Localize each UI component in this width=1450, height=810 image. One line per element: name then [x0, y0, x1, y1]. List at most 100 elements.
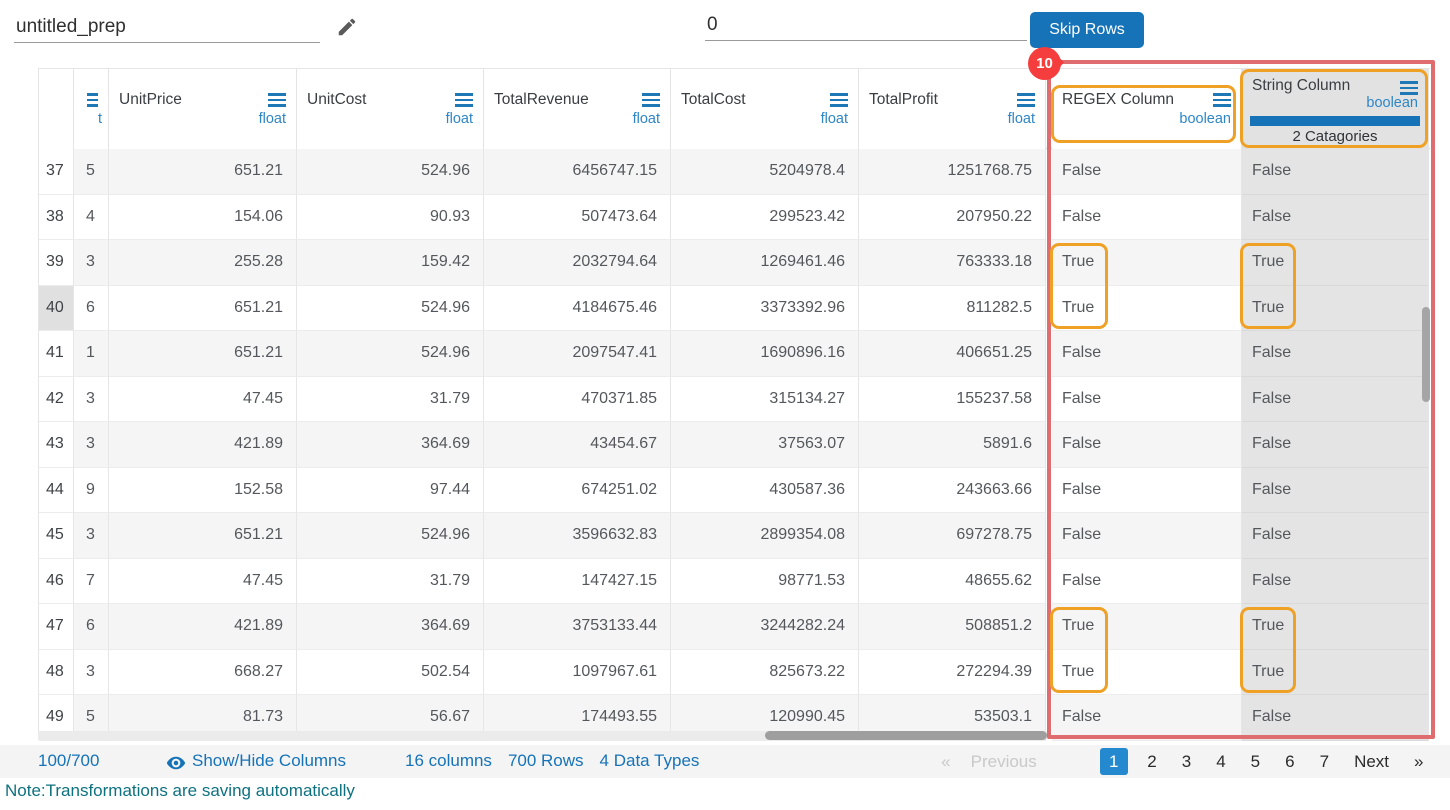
cell-unit_price: 152.58 — [109, 468, 297, 514]
table-header-row: tUnitPricefloatUnitCostfloatTotalRevenue… — [39, 69, 1430, 149]
cell-hidden: 1 — [74, 331, 109, 377]
table-stats: 16 columns700 Rows4 Data Types — [405, 751, 715, 771]
cell-unit_price: 255.28 — [109, 240, 297, 286]
column-menu-icon[interactable] — [642, 93, 660, 96]
previous-button[interactable]: Previous — [961, 752, 1047, 772]
page-button-6[interactable]: 6 — [1273, 752, 1307, 772]
table-row-45: 453651.21524.963596632.832899354.0869727… — [39, 513, 1430, 559]
cell-total_revenue: 470371.85 — [484, 377, 671, 423]
cell-hidden: 6 — [74, 604, 109, 650]
cell-hidden: 4 — [74, 195, 109, 241]
column-header-num — [39, 69, 74, 149]
cell-hidden: 3 — [74, 650, 109, 696]
cell-num: 41 — [39, 331, 74, 377]
cell-total_profit: 508851.2 — [859, 604, 1046, 650]
cell-unit_cost: 364.69 — [297, 604, 484, 650]
column-type-label: float — [259, 111, 286, 127]
column-type-label: boolean — [1179, 111, 1231, 127]
cell-unit_cost: 502.54 — [297, 650, 484, 696]
vertical-scrollbar-thumb[interactable] — [1422, 307, 1430, 402]
page-button-5[interactable]: 5 — [1238, 752, 1272, 772]
next-arrow[interactable]: » — [1402, 752, 1436, 772]
pagination: «Previous 1234567Next» — [931, 748, 1436, 775]
table-row-48: 483668.27502.541097967.61825673.22272294… — [39, 650, 1430, 696]
cell-total_profit: 243663.66 — [859, 468, 1046, 514]
column-menu-icon[interactable] — [455, 93, 473, 96]
column-menu-icon[interactable] — [1017, 93, 1035, 96]
cell-total_profit: 48655.62 — [859, 559, 1046, 605]
column-header-total_profit[interactable]: TotalProfitfloat — [859, 69, 1046, 149]
column-type-label: boolean — [1366, 95, 1418, 111]
cell-string: False — [1242, 513, 1429, 559]
prev-arrow[interactable]: « — [931, 752, 960, 772]
next-button[interactable]: Next — [1342, 752, 1402, 772]
cell-string: False — [1242, 149, 1429, 195]
column-header-unit_price[interactable]: UnitPrice float — [109, 69, 297, 149]
row-counter: 100/700 — [38, 751, 99, 771]
table-row-42: 42347.4531.79470371.85315134.27155237.58… — [39, 377, 1430, 423]
cell-num: 37 — [39, 149, 74, 195]
cell-total_revenue: 3753133.44 — [484, 604, 671, 650]
cell-string: False — [1242, 331, 1429, 377]
cell-num: 42 — [39, 377, 74, 423]
autosave-note: Note:Transformations are saving automati… — [5, 781, 355, 801]
cell-regex: False — [1052, 149, 1242, 195]
cell-regex: False — [1052, 559, 1242, 605]
column-header-regex[interactable]: REGEX Columnboolean — [1052, 69, 1242, 149]
category-distribution-bar — [1250, 116, 1420, 126]
column-menu-icon[interactable] — [1213, 93, 1231, 96]
column-header-hidden[interactable]: t — [74, 69, 109, 149]
column-menu-icon[interactable] — [830, 93, 848, 96]
column-name: UnitCost — [307, 91, 366, 109]
cell-total_profit: 1251768.75 — [859, 149, 1046, 195]
column-name: TotalProfit — [869, 91, 938, 109]
page-button-7[interactable]: 7 — [1307, 752, 1341, 772]
cell-num: 44 — [39, 468, 74, 514]
edit-pencil-icon[interactable] — [336, 16, 358, 43]
page-button-2[interactable]: 2 — [1135, 752, 1169, 772]
cell-total_revenue: 1097967.61 — [484, 650, 671, 696]
cell-unit_cost: 31.79 — [297, 559, 484, 605]
cell-total_profit: 207950.22 — [859, 195, 1046, 241]
cell-unit_cost: 524.96 — [297, 331, 484, 377]
horizontal-scrollbar-thumb[interactable] — [765, 731, 1047, 740]
column-header-total_cost[interactable]: TotalCostfloat — [671, 69, 859, 149]
category-count-label: 2 Catagories — [1242, 128, 1428, 145]
column-name: UnitPrice — [119, 91, 182, 109]
cell-hidden: 6 — [74, 286, 109, 332]
column-header-unit_cost[interactable]: UnitCostfloat — [297, 69, 484, 149]
cell-string: True — [1242, 240, 1429, 286]
prep-name-input[interactable] — [14, 12, 320, 43]
cell-regex: False — [1052, 377, 1242, 423]
column-header-total_revenue[interactable]: TotalRevenuefloat — [484, 69, 671, 149]
column-header-string[interactable]: String Columnboolean2 Catagories — [1242, 69, 1429, 149]
page-button-4[interactable]: 4 — [1204, 752, 1238, 772]
cell-total_cost: 5204978.4 — [671, 149, 859, 195]
cell-unit_cost: 90.93 — [297, 195, 484, 241]
skip-rows-button[interactable]: Skip Rows — [1030, 12, 1144, 48]
show-hide-columns-button[interactable]: Show/Hide Columns — [192, 751, 346, 771]
column-menu-icon[interactable] — [268, 93, 286, 96]
column-type-label: float — [821, 111, 848, 127]
table-row-41: 411651.21524.962097547.411690896.1640665… — [39, 331, 1430, 377]
skip-rows-input[interactable] — [705, 10, 1027, 41]
cell-total_revenue: 147427.15 — [484, 559, 671, 605]
cell-unit_cost: 524.96 — [297, 286, 484, 332]
column-menu-icon[interactable] — [87, 93, 98, 96]
page-button-3[interactable]: 3 — [1169, 752, 1203, 772]
cell-unit_price: 668.27 — [109, 650, 297, 696]
cell-total_revenue: 6456747.15 — [484, 149, 671, 195]
cell-hidden: 3 — [74, 240, 109, 286]
cell-hidden: 3 — [74, 377, 109, 423]
cell-num: 38 — [39, 195, 74, 241]
cell-total_cost: 299523.42 — [671, 195, 859, 241]
cell-unit_price: 651.21 — [109, 331, 297, 377]
cell-total_cost: 3373392.96 — [671, 286, 859, 332]
page-button-1[interactable]: 1 — [1100, 748, 1128, 775]
cell-total_profit: 811282.5 — [859, 286, 1046, 332]
eye-icon[interactable] — [166, 753, 186, 778]
cell-unit_price: 421.89 — [109, 422, 297, 468]
cell-unit_price: 651.21 — [109, 286, 297, 332]
column-menu-icon[interactable] — [1400, 81, 1418, 84]
table-row-44: 449152.5897.44674251.02430587.36243663.6… — [39, 468, 1430, 514]
